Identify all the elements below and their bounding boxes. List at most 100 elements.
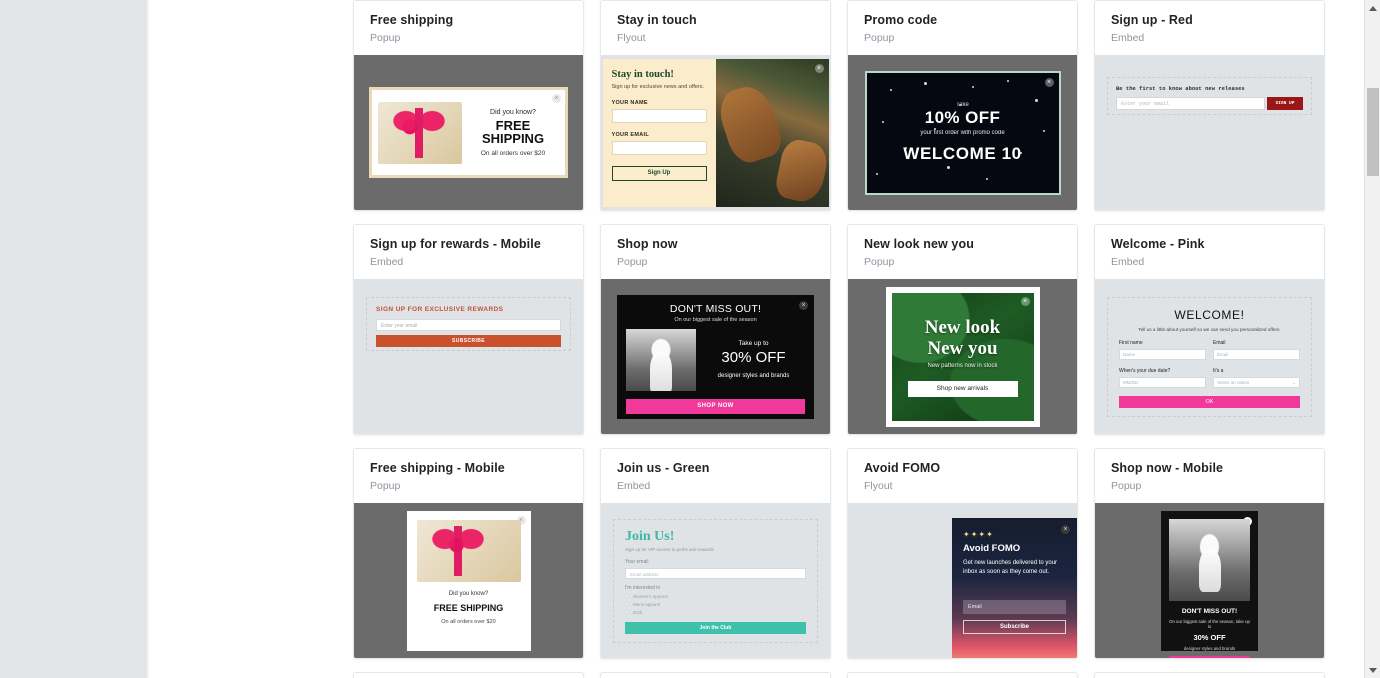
popup-subtitle: On our biggest sale of the season: [674, 316, 757, 323]
shop-now-button[interactable]: SHOP NOW: [626, 398, 805, 414]
embed-subtitle: Tell us a little about yourself so we ca…: [1138, 326, 1281, 332]
card-preview[interactable]: Join Us! Sign up for VIP access to perks…: [601, 503, 830, 658]
join-the-club-button[interactable]: Join the Club: [625, 621, 806, 634]
template-card-next-row[interactable]: [353, 672, 584, 678]
interest-option-both[interactable]: Both: [625, 610, 806, 615]
email-input[interactable]: Email address: [625, 567, 806, 579]
sparkle-icon: ✦✦✦✦: [963, 530, 994, 539]
first-name-placeholder: Name: [1123, 351, 1136, 357]
popup-headline-line1: New look: [924, 316, 1001, 338]
card-preview[interactable]: × New look New you New patterns now in s…: [848, 279, 1077, 434]
subscribe-button[interactable]: SUBSCRIBE: [376, 335, 561, 347]
flyout-heading: Stay in touch!: [611, 68, 674, 80]
card-preview[interactable]: × DON'T MISS OUT! On our biggest sale of…: [601, 279, 830, 434]
email-input[interactable]: Enter your email: [1116, 97, 1265, 110]
card-type-label: Popup: [370, 480, 401, 492]
first-name-input[interactable]: Name: [1119, 348, 1206, 360]
embed-subtitle: Sign up for VIP access to perks and rewa…: [625, 546, 714, 552]
card-preview[interactable]: × ✦✦✦✦ Avoid FOMO Get new launches deliv…: [848, 503, 1077, 658]
card-type-label: Flyout: [864, 480, 893, 492]
popup-mock: × Take 10% OFF your first order with pro…: [864, 70, 1061, 195]
template-card-shop-now[interactable]: Shop now Popup × DON'T MISS OUT! On our …: [600, 224, 831, 435]
interest-option-womens[interactable]: Women's apparel: [625, 594, 806, 599]
flyout-mock: × ✦✦✦✦ Avoid FOMO Get new launches deliv…: [952, 518, 1077, 658]
shop-now-button[interactable]: SHOP NOW: [1169, 655, 1250, 658]
close-icon[interactable]: ×: [1044, 77, 1054, 87]
card-preview[interactable]: × Did you know? FREE SHIPPING On all ord…: [354, 55, 583, 210]
template-card-avoid-fomo[interactable]: Avoid FOMO Flyout × ✦✦✦✦ Avoid FOMO Get …: [847, 448, 1078, 659]
template-card-free-shipping-mobile[interactable]: Free shipping - Mobile Popup × Did you k…: [353, 448, 584, 659]
template-card-stay-in-touch[interactable]: Stay in touch Flyout Stay in touch! Sign…: [600, 0, 831, 211]
card-preview[interactable]: WELCOME! Tell us a little about yourself…: [1095, 279, 1324, 434]
card-title: Shop now - Mobile: [1111, 461, 1224, 475]
template-card-sign-up-red[interactable]: Sign up - Red Embed Be the first to know…: [1094, 0, 1325, 211]
template-card-new-look-new-you[interactable]: New look new you Popup × New look New yo…: [847, 224, 1078, 435]
popup-mock: × DON'T MISS OUT! On our biggest sale of…: [1161, 510, 1258, 658]
signup-button[interactable]: Sign Up: [611, 165, 707, 181]
due-date-input[interactable]: MM/DD: [1119, 376, 1206, 388]
card-header: New look new you Popup: [848, 225, 1077, 279]
subscribe-button[interactable]: Subscribe: [963, 620, 1066, 634]
popup-headline-line2: New you: [927, 337, 998, 359]
popup-subtext: On all orders over $20: [480, 149, 546, 157]
template-card-next-row[interactable]: [847, 672, 1078, 678]
template-card-free-shipping[interactable]: Free shipping Popup × Did you know? FREE…: [353, 0, 584, 211]
model-photo: [1169, 518, 1250, 601]
card-title: Sign up - Red: [1111, 13, 1193, 27]
email-input[interactable]: Email: [1213, 348, 1300, 360]
signup-button[interactable]: SIGN UP: [1267, 97, 1303, 110]
scrollbar-thumb[interactable]: [1367, 88, 1379, 176]
its-a-placeholder: Select an option: [1217, 379, 1250, 385]
close-icon[interactable]: ×: [799, 300, 808, 310]
interest-option-mens[interactable]: Mens apparel: [625, 602, 806, 607]
chevron-up-icon: [1369, 5, 1377, 11]
card-preview[interactable]: SIGN UP FOR EXCLUSIVE REWARDS Enter your…: [354, 279, 583, 434]
vertical-scrollbar[interactable]: [1364, 0, 1380, 678]
its-a-select[interactable]: Select an option ⌄: [1213, 376, 1300, 388]
card-header: Sign up - Red Embed: [1095, 1, 1324, 55]
embed-heading: SIGN UP FOR EXCLUSIVE REWARDS: [376, 306, 504, 313]
radio-icon: [625, 594, 629, 598]
fern-photo: × New look New you New patterns now in s…: [891, 292, 1034, 421]
card-type-label: Popup: [864, 256, 895, 268]
card-title: Stay in touch: [617, 13, 697, 27]
radio-icon: [625, 602, 629, 606]
scroll-down-button[interactable]: [1365, 662, 1380, 678]
close-icon[interactable]: ×: [1020, 296, 1030, 306]
close-icon[interactable]: ×: [1061, 525, 1070, 534]
template-card-welcome-pink[interactable]: Welcome - Pink Embed WELCOME! Tell us a …: [1094, 224, 1325, 435]
email-input[interactable]: [611, 140, 707, 155]
card-type-label: Popup: [370, 32, 401, 44]
template-card-next-row[interactable]: [600, 672, 831, 678]
embed-heading: WELCOME!: [1174, 307, 1245, 322]
interest-label: I'm interested in: [625, 584, 661, 591]
card-preview[interactable]: × Take 10% OFF your first order with pro…: [848, 55, 1077, 210]
scroll-up-button[interactable]: [1365, 0, 1380, 16]
template-card-rewards-mobile[interactable]: Sign up for rewards - Mobile Embed SIGN …: [353, 224, 584, 435]
card-preview[interactable]: × DON'T MISS OUT! On our biggest sale of…: [1095, 503, 1324, 658]
template-card-promo-code[interactable]: Promo code Popup × Take 10% OFF your fir…: [847, 0, 1078, 211]
email-input[interactable]: Email: [963, 600, 1066, 614]
first-name-label: First name: [1119, 339, 1143, 346]
gift-image: [416, 519, 521, 582]
close-icon[interactable]: ×: [814, 63, 824, 73]
embed-heading: Join Us!: [625, 528, 675, 544]
card-preview[interactable]: Stay in touch! Sign up for exclusive new…: [601, 55, 830, 210]
card-title: New look new you: [864, 237, 974, 251]
card-type-label: Embed: [617, 480, 651, 492]
card-title: Shop now: [617, 237, 678, 251]
shop-new-arrivals-button[interactable]: Shop new arrivals: [907, 380, 1018, 397]
model-photo: [626, 328, 696, 391]
popup-mock: × Did you know? FREE SHIPPING On all ord…: [406, 510, 531, 651]
ok-button[interactable]: OK: [1119, 395, 1300, 408]
card-type-label: Popup: [1111, 480, 1142, 492]
card-header: Free shipping - Mobile Popup: [354, 449, 583, 503]
name-input[interactable]: [611, 108, 707, 123]
template-card-join-us-green[interactable]: Join us - Green Embed Join Us! Sign up f…: [600, 448, 831, 659]
card-preview[interactable]: × Did you know? FREE SHIPPING On all ord…: [354, 503, 583, 658]
email-input[interactable]: Enter your email: [376, 319, 561, 331]
template-card-shop-now-mobile[interactable]: Shop now - Mobile Popup × DON'T MISS OUT…: [1094, 448, 1325, 659]
template-card-next-row[interactable]: [1094, 672, 1325, 678]
card-preview[interactable]: Be the first to know about new releases …: [1095, 55, 1324, 210]
close-icon[interactable]: ×: [552, 94, 561, 103]
